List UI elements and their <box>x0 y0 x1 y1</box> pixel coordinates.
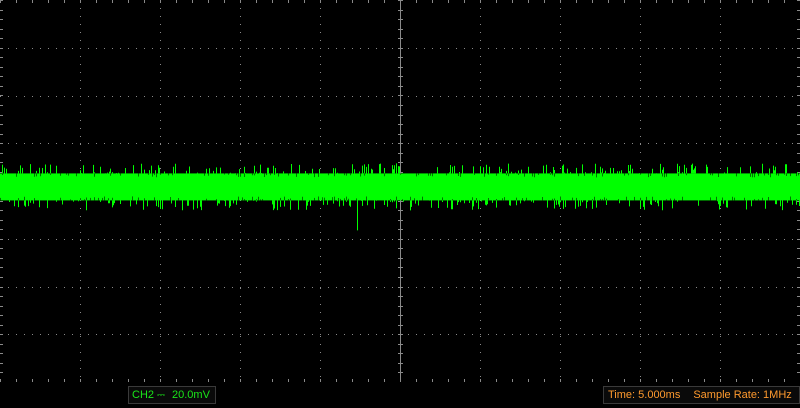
channel-label: CH2 <box>132 389 155 401</box>
sample-rate: Sample Rate: 1MHz <box>693 389 792 401</box>
channel-scale-box[interactable]: CH2 ⎓ 20.0mV <box>128 386 216 404</box>
waveform-display[interactable] <box>0 0 800 382</box>
timebase-box[interactable]: Time: 5.000ms Sample Rate: 1MHz <box>603 386 800 404</box>
waveform-canvas <box>0 0 800 382</box>
status-bar: CH2 ⎓ 20.0mV Time: 5.000ms Sample Rate: … <box>0 382 800 408</box>
trace-noise-band <box>0 173 800 201</box>
volts-per-div: 20.0mV <box>172 389 210 401</box>
time-per-div: Time: 5.000ms <box>608 389 681 401</box>
dc-coupling-icon: ⎓ <box>157 389 165 401</box>
